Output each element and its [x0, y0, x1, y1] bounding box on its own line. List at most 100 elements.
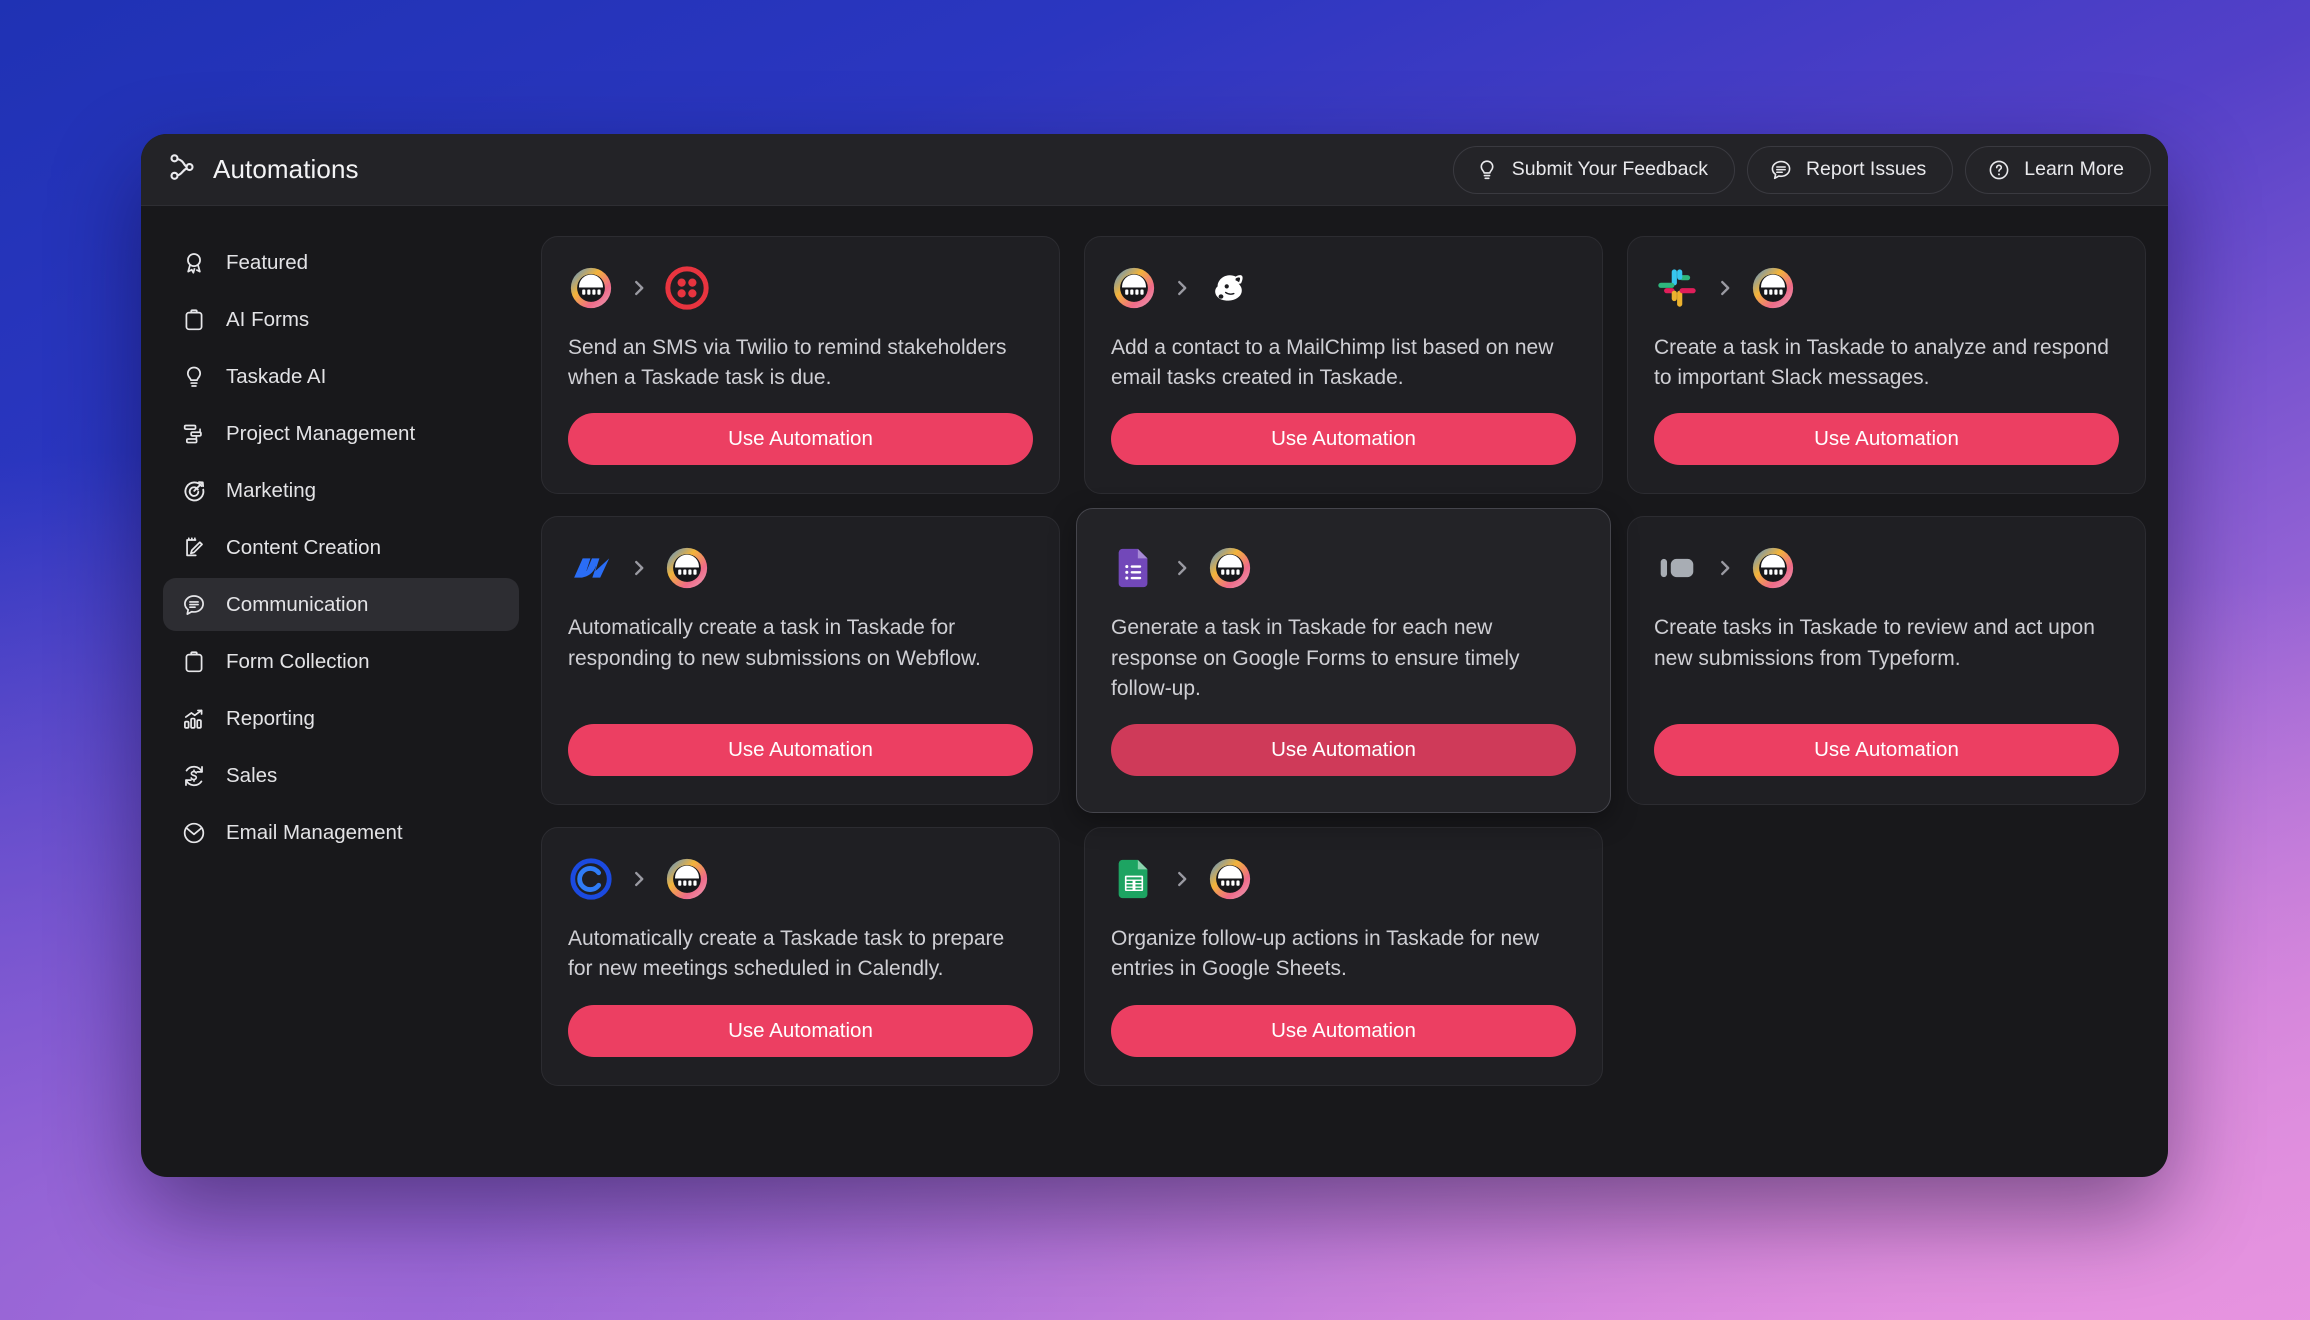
automation-description: Organize follow-up actions in Taskade fo…: [1111, 927, 1540, 981]
sidebar-item-label: Featured: [226, 250, 309, 274]
page-title: Automations: [213, 154, 359, 184]
submit-feedback-button[interactable]: Submit Your Feedback: [1452, 145, 1735, 194]
automation-card[interactable]: Automatically create a task in Taskade f…: [541, 516, 1060, 806]
chevron-right-icon: [1171, 868, 1193, 890]
sidebar-item-reporting[interactable]: Reporting: [163, 692, 519, 745]
use-automation-button[interactable]: Use Automation: [568, 1004, 1033, 1057]
taskade-icon: [664, 545, 710, 591]
chevron-right-icon: [628, 557, 650, 579]
envelope-clock-icon: [181, 820, 207, 846]
calendly-icon: [568, 856, 614, 902]
use-automation-button[interactable]: Use Automation: [1111, 413, 1576, 466]
target-arrow-icon: [181, 478, 207, 504]
automation-description: Add a contact to a MailChimp list based …: [1111, 336, 1554, 390]
window-body: Featured AI Forms Taskade AI Project Man…: [141, 206, 2168, 1177]
automation-icon-pair: [1111, 856, 1576, 902]
sidebar-item-marketing[interactable]: Marketing: [163, 464, 519, 517]
chevron-right-icon: [628, 277, 650, 299]
automation-card[interactable]: Generate a task in Taskade for each new …: [1076, 508, 1611, 814]
lightbulb-icon: [1475, 158, 1499, 182]
automations-window: Automations Submit Your Feedback Report …: [141, 134, 2168, 1177]
sidebar-item-label: Email Management: [226, 820, 403, 844]
taskade-icon: [1111, 265, 1157, 311]
clipboard-icon: [181, 649, 207, 675]
automation-icon-pair: [1111, 545, 1576, 591]
sidebar-item-label: Taskade AI: [226, 364, 327, 388]
sidebar-item-label: Content Creation: [226, 535, 381, 559]
report-issues-label: Report Issues: [1805, 158, 1927, 180]
sidebar-item-project-management[interactable]: Project Management: [163, 407, 519, 460]
clipboard-icon: [181, 307, 207, 333]
sidebar-item-label: Communication: [226, 592, 369, 616]
header-actions: Submit Your Feedback Report Issues Learn…: [1452, 145, 2151, 194]
chevron-right-icon: [1714, 557, 1736, 579]
window-titlebar: Automations Submit Your Feedback Report …: [141, 134, 2168, 206]
automation-description: Automatically create a task in Taskade f…: [568, 616, 981, 670]
sidebar-item-ai-forms[interactable]: AI Forms: [163, 293, 519, 346]
chevron-right-icon: [1171, 277, 1193, 299]
taskade-icon: [568, 265, 614, 311]
chat-bubble-icon: [181, 592, 207, 618]
report-issues-button[interactable]: Report Issues: [1746, 145, 1954, 194]
automation-flow-icon: [167, 152, 197, 187]
question-circle-icon: [1987, 158, 2011, 182]
taskade-icon: [1750, 265, 1796, 311]
sidebar-item-content-creation[interactable]: Content Creation: [163, 521, 519, 574]
twilio-icon: [664, 265, 710, 311]
gantt-chart-icon: [181, 421, 207, 447]
automation-description: Create a task in Taskade to analyze and …: [1654, 336, 2109, 390]
automation-icon-pair: [1654, 545, 2119, 591]
sidebar-item-label: Marketing: [226, 478, 317, 502]
use-automation-button[interactable]: Use Automation: [1654, 413, 2119, 466]
automation-icon-pair: [568, 856, 1033, 902]
bar-chart-up-icon: [181, 706, 207, 732]
automation-description: Create tasks in Taskade to review and ac…: [1654, 616, 2095, 670]
use-automation-button[interactable]: Use Automation: [1654, 724, 2119, 777]
automation-icon-pair: [568, 545, 1033, 591]
automation-card[interactable]: Automatically create a Taskade task to p…: [541, 827, 1060, 1086]
dollar-refresh-icon: [181, 763, 207, 789]
use-automation-button[interactable]: Use Automation: [568, 413, 1033, 466]
comment-lines-icon: [1769, 158, 1793, 182]
webflow-icon: [568, 545, 614, 591]
learn-more-label: Learn More: [2024, 158, 2124, 180]
google-forms-icon: [1111, 545, 1157, 591]
learn-more-button[interactable]: Learn More: [1965, 145, 2151, 194]
use-automation-button[interactable]: Use Automation: [568, 724, 1033, 777]
automation-card[interactable]: Create tasks in Taskade to review and ac…: [1627, 516, 2146, 806]
category-sidebar: Featured AI Forms Taskade AI Project Man…: [141, 206, 541, 1177]
sidebar-item-communication[interactable]: Communication: [163, 578, 519, 631]
taskade-icon: [664, 856, 710, 902]
use-automation-button[interactable]: Use Automation: [1111, 724, 1576, 777]
automation-card[interactable]: Send an SMS via Twilio to remind stakeho…: [541, 236, 1060, 495]
automation-description: Send an SMS via Twilio to remind stakeho…: [568, 336, 1007, 390]
taskade-icon: [1750, 545, 1796, 591]
award-ribbon-icon: [181, 250, 207, 276]
sidebar-item-label: Project Management: [226, 421, 416, 445]
submit-feedback-label: Submit Your Feedback: [1511, 158, 1708, 180]
sidebar-item-label: Reporting: [226, 706, 315, 730]
sidebar-item-label: Sales: [226, 763, 278, 787]
sidebar-item-form-collection[interactable]: Form Collection: [163, 635, 519, 688]
automation-icon-pair: [568, 265, 1033, 311]
chevron-right-icon: [628, 868, 650, 890]
sidebar-item-featured[interactable]: Featured: [163, 236, 519, 289]
titlebar-left: Automations: [167, 152, 1453, 187]
typeform-icon: [1654, 545, 1700, 591]
automation-icon-pair: [1654, 265, 2119, 311]
taskade-icon: [1207, 545, 1253, 591]
sidebar-item-email-management[interactable]: Email Management: [163, 806, 519, 859]
automation-card[interactable]: Create a task in Taskade to analyze and …: [1627, 236, 2146, 495]
sidebar-item-taskade-ai[interactable]: Taskade AI: [163, 350, 519, 403]
sidebar-item-label: AI Forms: [226, 307, 310, 331]
automation-card[interactable]: Organize follow-up actions in Taskade fo…: [1084, 827, 1603, 1086]
sidebar-item-sales[interactable]: Sales: [163, 749, 519, 802]
automation-card[interactable]: Add a contact to a MailChimp list based …: [1084, 236, 1603, 495]
chevron-right-icon: [1171, 557, 1193, 579]
use-automation-button[interactable]: Use Automation: [1111, 1004, 1576, 1057]
google-sheets-icon: [1111, 856, 1157, 902]
chevron-right-icon: [1714, 277, 1736, 299]
automation-cards-grid: Send an SMS via Twilio to remind stakeho…: [541, 236, 2146, 1086]
sidebar-item-label: Form Collection: [226, 649, 370, 673]
automation-description: Automatically create a Taskade task to p…: [568, 927, 1005, 981]
